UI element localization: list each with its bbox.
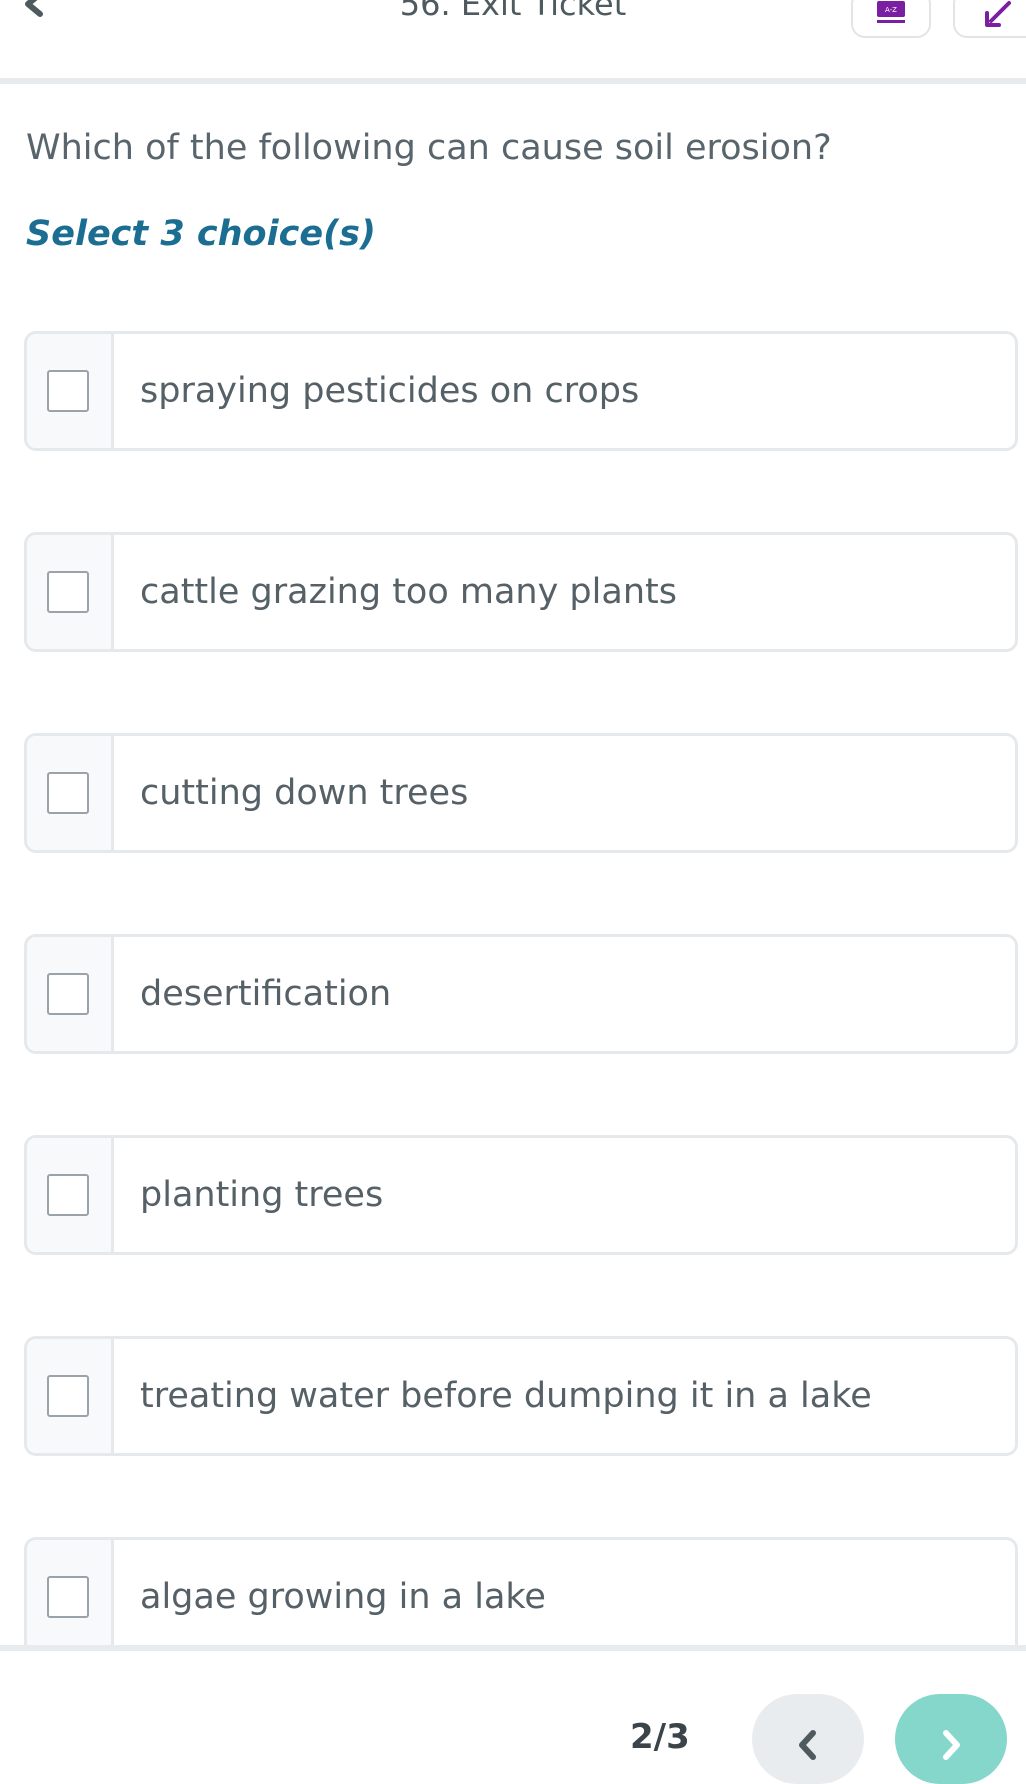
choice-label: spraying pesticides on crops (140, 371, 640, 411)
choice-checkbox-cell (27, 1540, 114, 1648)
checkbox[interactable] (47, 370, 89, 412)
checkbox[interactable] (47, 571, 89, 613)
next-button[interactable] (895, 1694, 1007, 1784)
choice-label: cattle grazing too many plants (140, 572, 677, 612)
choice-checkbox-cell (27, 535, 114, 649)
choice-label: planting trees (140, 1175, 384, 1215)
divider (0, 1645, 1026, 1651)
choice-checkbox-cell (27, 1339, 114, 1453)
choice-label: desertification (140, 974, 392, 1014)
choice-checkbox-cell (27, 736, 114, 850)
checkbox[interactable] (47, 772, 89, 814)
choice-option[interactable]: planting trees (24, 1135, 1018, 1255)
choice-option[interactable]: desertification (24, 934, 1018, 1054)
choice-checkbox-cell (27, 937, 114, 1051)
checkbox[interactable] (47, 1174, 89, 1216)
choice-label: cutting down trees (140, 773, 469, 813)
chevron-right-icon (943, 1730, 960, 1760)
choice-label: algae growing in a lake (140, 1577, 546, 1617)
choice-list: spraying pesticides on crops cattle graz… (0, 0, 1026, 1648)
checkbox[interactable] (47, 973, 89, 1015)
choice-label: treating water before dumping it in a la… (140, 1376, 872, 1416)
choice-checkbox-cell (27, 334, 114, 448)
choice-option[interactable]: algae growing in a lake (24, 1537, 1018, 1648)
choice-option[interactable]: spraying pesticides on crops (24, 331, 1018, 451)
page-counter: 2/3 (630, 1717, 690, 1757)
chevron-left-icon (799, 1730, 816, 1760)
checkbox[interactable] (47, 1576, 89, 1618)
previous-button[interactable] (752, 1694, 864, 1784)
choice-option[interactable]: cutting down trees (24, 733, 1018, 853)
choice-option[interactable]: cattle grazing too many plants (24, 532, 1018, 652)
choice-option[interactable]: treating water before dumping it in a la… (24, 1336, 1018, 1456)
footer-nav: 2/3 (0, 1645, 1026, 1784)
checkbox[interactable] (47, 1375, 89, 1417)
choice-checkbox-cell (27, 1138, 114, 1252)
